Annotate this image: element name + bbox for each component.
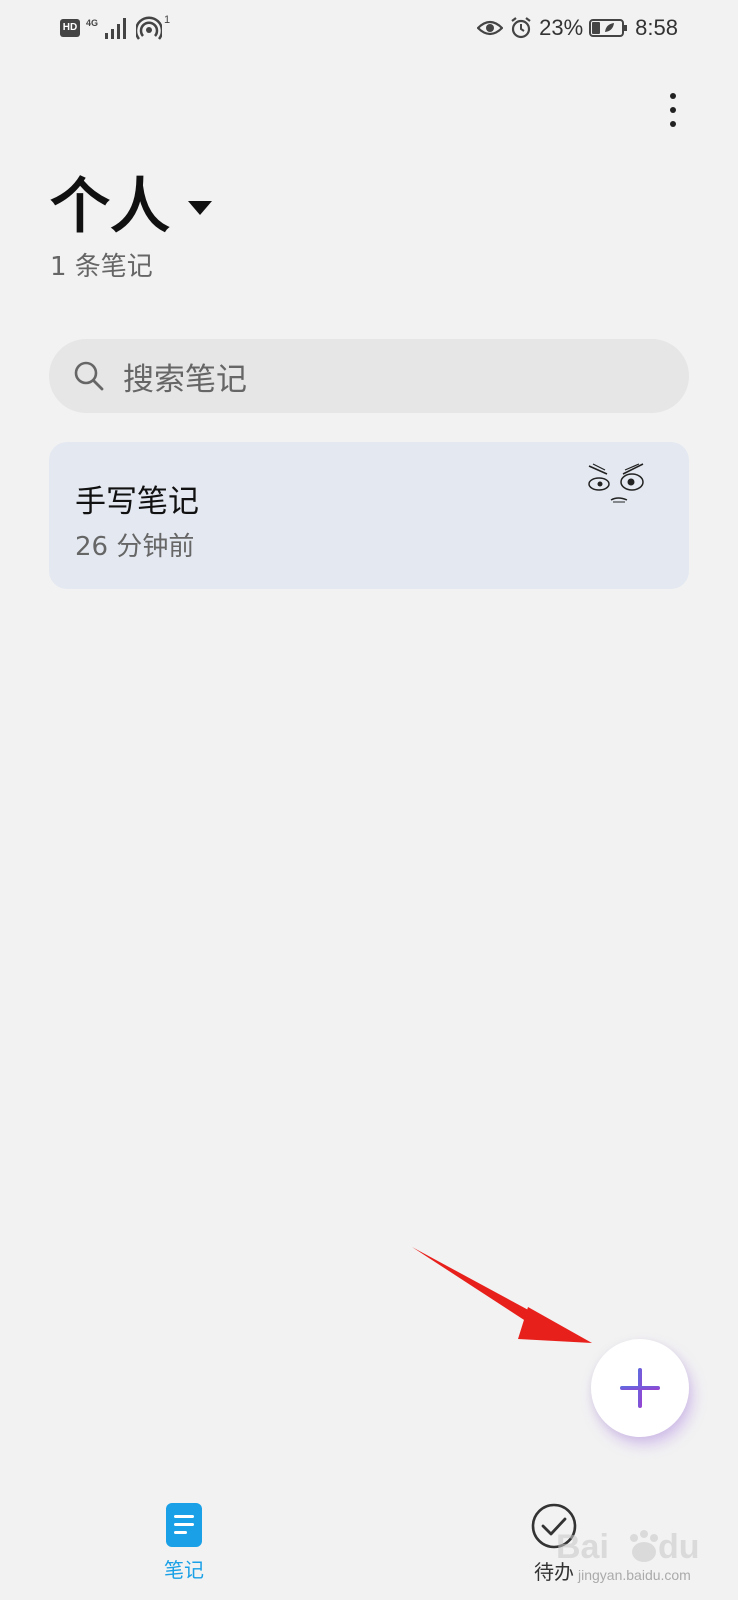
add-note-button[interactable] bbox=[591, 1339, 689, 1437]
hotspot-count: 1 bbox=[164, 14, 171, 26]
handwriting-thumbnail bbox=[588, 463, 644, 503]
eye-comfort-icon bbox=[477, 20, 504, 36]
search-placeholder: 搜索笔记 bbox=[123, 361, 247, 398]
more-dot bbox=[670, 93, 676, 99]
plus-icon bbox=[620, 1368, 660, 1408]
hd-badge: HD bbox=[60, 19, 80, 37]
tab-notes[interactable]: 笔记 bbox=[124, 1502, 244, 1592]
status-right: 23% 8:58 bbox=[477, 14, 678, 42]
hotspot-icon bbox=[136, 16, 163, 40]
signal-icon bbox=[105, 18, 127, 39]
folder-title: 个人 bbox=[50, 172, 170, 242]
search-input[interactable]: 搜索笔记 bbox=[49, 339, 689, 413]
note-title: 手写笔记 bbox=[75, 484, 199, 520]
network-type: 4G bbox=[86, 18, 99, 28]
notes-icon bbox=[166, 1503, 202, 1547]
more-dot bbox=[670, 121, 676, 127]
more-options-button[interactable] bbox=[658, 88, 688, 132]
note-count: 1 条笔记 bbox=[50, 252, 153, 282]
battery-icon bbox=[589, 19, 628, 37]
folder-selector[interactable]: 个人 bbox=[50, 172, 212, 242]
status-left: HD 4G 1 bbox=[60, 14, 174, 42]
notes-screen: HD 4G 1 23% 8:58 个人 1 条笔记 搜索笔记 手写笔记 26 分… bbox=[0, 0, 738, 1600]
note-timestamp: 26 分钟前 bbox=[75, 532, 195, 562]
tab-notes-label: 笔记 bbox=[164, 1558, 204, 1582]
annotation-arrow bbox=[412, 1247, 592, 1343]
svg-text:Bai: Bai bbox=[556, 1528, 609, 1566]
status-bar: HD 4G 1 23% 8:58 bbox=[0, 0, 738, 56]
note-card[interactable]: 手写笔记 26 分钟前 bbox=[49, 442, 689, 589]
watermark-url: jingyan.baidu.com bbox=[578, 1567, 691, 1583]
caret-down-icon bbox=[188, 201, 212, 215]
search-icon bbox=[74, 361, 104, 391]
clock: 8:58 bbox=[635, 15, 678, 40]
alarm-icon bbox=[511, 17, 531, 39]
svg-text:du: du bbox=[658, 1528, 700, 1566]
battery-percent: 23% bbox=[539, 15, 584, 40]
more-dot bbox=[670, 107, 676, 113]
